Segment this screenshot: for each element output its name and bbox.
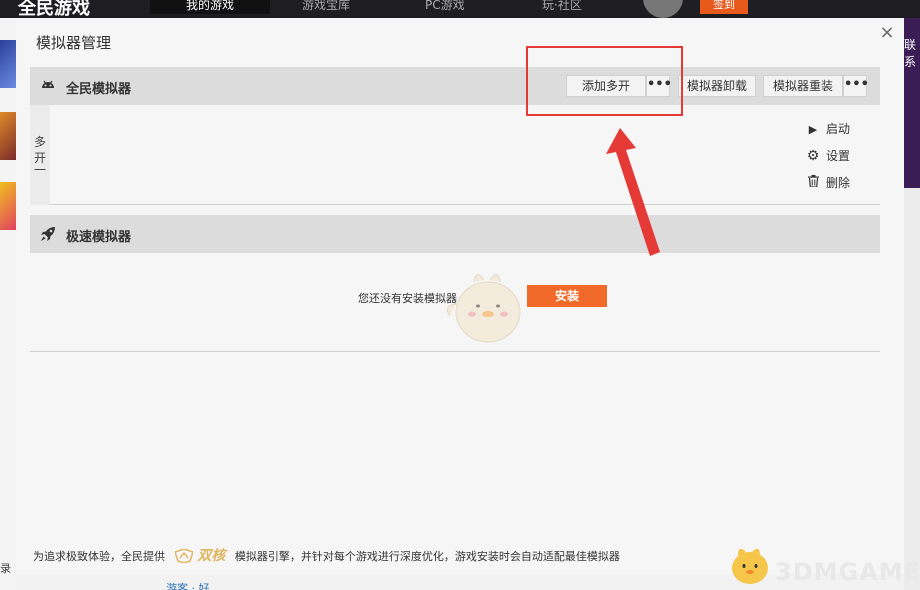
settings-action[interactable]: ⚙ 设置 <box>806 147 850 164</box>
rocket-icon <box>40 226 56 242</box>
instance-label: 多 开 一 <box>30 105 50 205</box>
dual-core-logo-text: 双核 <box>197 548 226 564</box>
trash-icon <box>806 175 820 190</box>
dialog-title: 模拟器管理 <box>36 34 112 52</box>
settings-label: 设置 <box>826 149 851 163</box>
section-title: 全民模拟器 <box>66 82 132 97</box>
start-action[interactable]: ▶ 启动 <box>806 120 850 137</box>
watermark-text: 3DMGAME <box>775 558 920 586</box>
uninstall-emulator-button[interactable]: 模拟器卸载 <box>678 75 756 97</box>
background-bottom-text: 游客 · 好 <box>166 582 210 590</box>
background-left-text: 录 <box>0 562 11 575</box>
background-left-strip <box>0 18 16 590</box>
sign-in-button[interactable]: 签到 <box>700 0 748 14</box>
more-options-button[interactable]: ••• <box>843 75 869 97</box>
watermark-mascot-icon <box>724 542 774 590</box>
game-thumbnail[interactable] <box>0 112 16 160</box>
footer-note: 为追求极致体验，全民提供 双核 模拟器引擎，并针对每个游戏进行深度优化，游戏安装… <box>33 545 620 565</box>
background-topbar: 全民游戏 我的游戏 游戏宝库 PC游戏 玩·社区 签到 <box>0 0 920 19</box>
start-label: 启动 <box>826 122 851 136</box>
footer-text-after: 模拟器引擎，并针对每个游戏进行深度优化，游戏安装时会自动适配最佳模拟器 <box>234 550 620 563</box>
avatar[interactable] <box>643 0 683 18</box>
footer-text-before: 为追求极致体验，全民提供 <box>33 550 165 563</box>
install-button[interactable]: 安装 <box>527 285 607 307</box>
reinstall-emulator-button[interactable]: 模拟器重装 <box>763 75 843 97</box>
highlight-box <box>526 46 683 116</box>
close-button[interactable]: × <box>878 24 896 42</box>
mascot-image <box>440 266 530 360</box>
background-tab-game-library[interactable]: 游戏宝库 <box>302 0 350 13</box>
gear-icon: ⚙ <box>806 148 820 164</box>
game-thumbnail[interactable] <box>0 40 16 88</box>
emulator-manager-dialog: 模拟器管理 × 全民模拟器 添加多开 ••• 模拟器卸载 模拟器重装 ••• 多… <box>16 18 904 574</box>
play-icon: ▶ <box>808 123 818 136</box>
annotation-arrow <box>606 128 660 256</box>
background-tab-pc-games[interactable]: PC游戏 <box>425 0 465 13</box>
section-header-speed-emulator: 极速模拟器 <box>30 215 880 253</box>
android-icon <box>40 78 56 94</box>
emulator-instance-row: 多 开 一 ▶ 启动 ⚙ 设置 删除 <box>30 105 880 205</box>
background-tab-my-games[interactable]: 我的游戏 <box>150 0 270 14</box>
section-title: 极速模拟器 <box>66 230 132 245</box>
delete-action[interactable]: 删除 <box>806 174 850 191</box>
background-right-panel <box>904 188 920 590</box>
game-thumbnail[interactable] <box>0 182 16 230</box>
background-right-text: 联系 <box>904 38 917 69</box>
dual-core-logo: 双核 <box>173 545 226 565</box>
background-brand: 全民游戏 <box>18 0 90 19</box>
instance-label-char: 多 <box>34 135 47 149</box>
background-tab-community[interactable]: 玩·社区 <box>542 0 582 13</box>
section-header-quanmin-emulator: 全民模拟器 添加多开 ••• 模拟器卸载 模拟器重装 ••• <box>30 67 880 105</box>
delete-label: 删除 <box>826 176 851 190</box>
instance-label-char: 一 <box>34 163 47 177</box>
